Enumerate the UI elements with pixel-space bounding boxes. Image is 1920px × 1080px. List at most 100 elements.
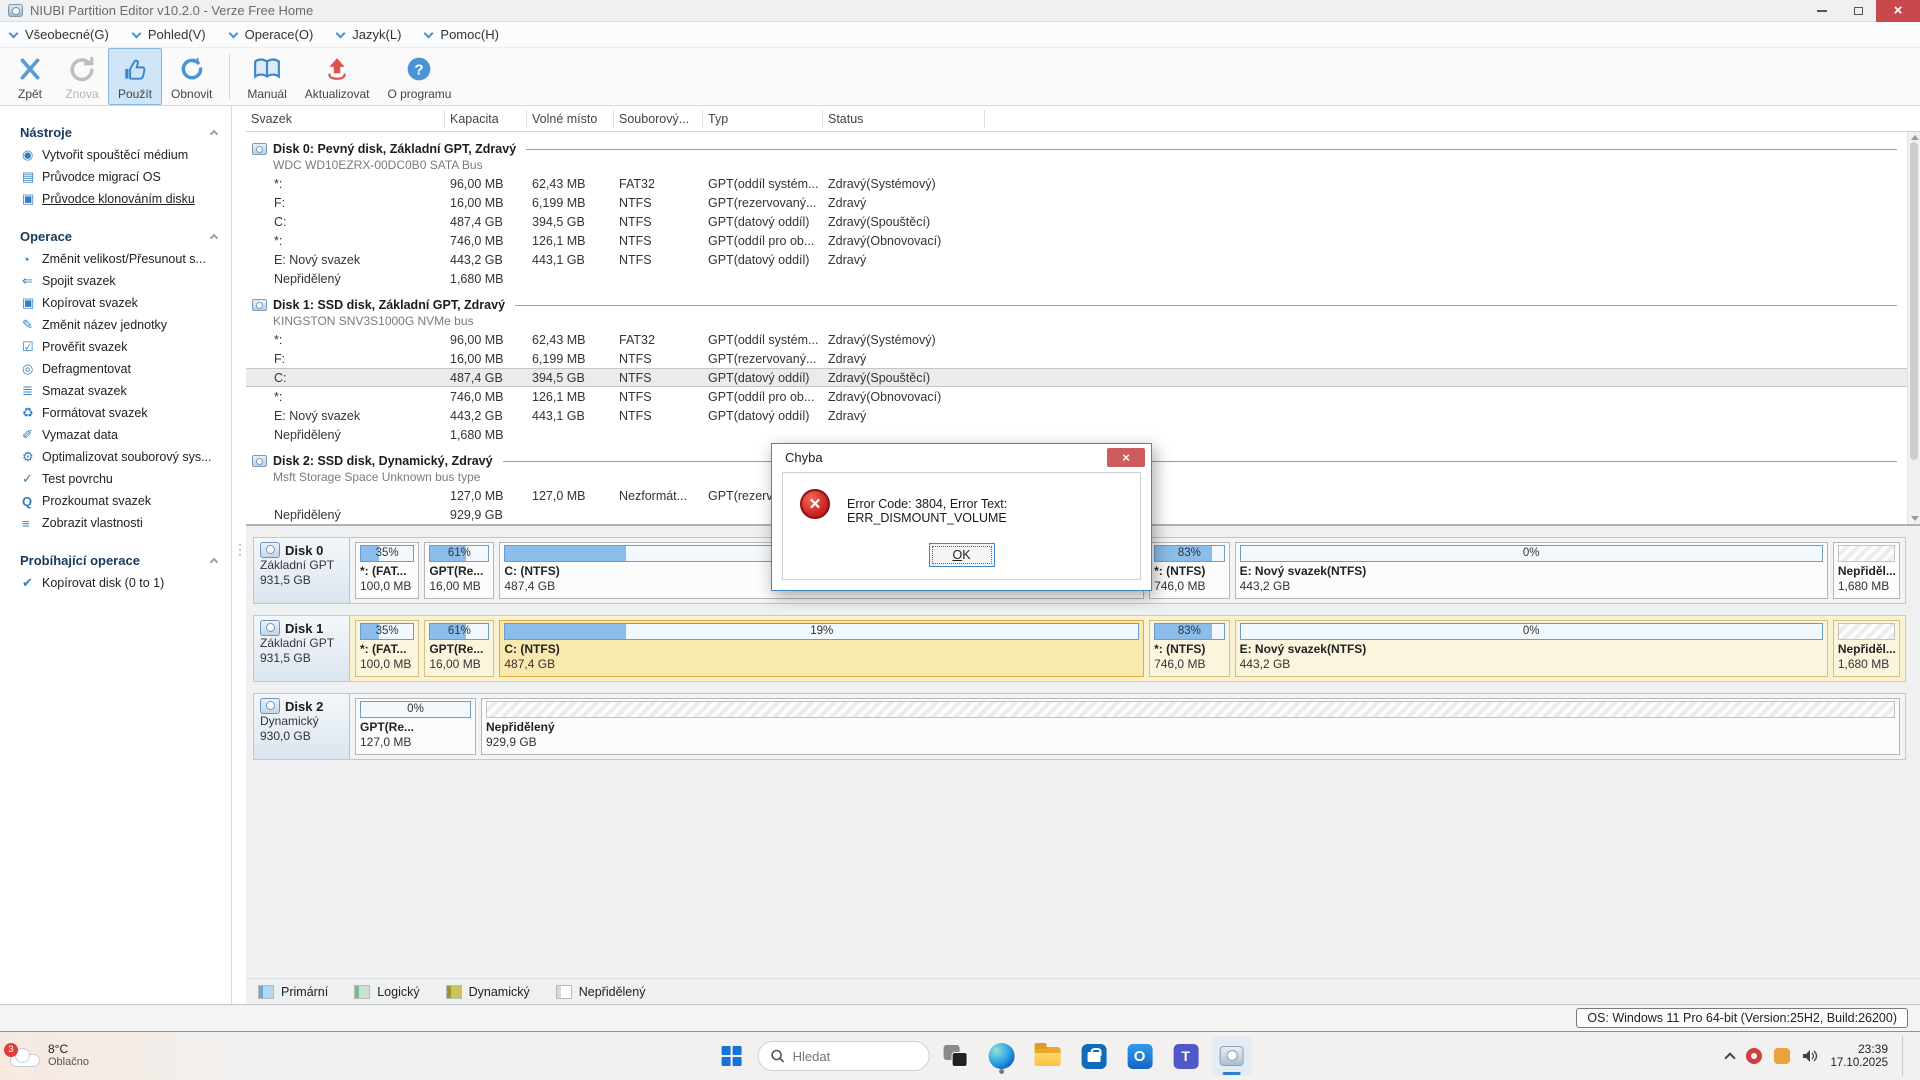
section-header-operace[interactable]: Operace [0, 224, 231, 248]
partition-block[interactable]: 83%*: (NTFS)746,0 MB [1149, 620, 1230, 677]
tray-chevron-icon[interactable] [1725, 1052, 1736, 1063]
disk-label[interactable]: Disk 0 Základní GPT 931,5 GB [254, 538, 350, 603]
update-button[interactable]: Aktualizovat [296, 48, 379, 105]
partition-block[interactable]: 0%GPT(Re...127,0 MB [355, 698, 476, 755]
sidebar-item-properties[interactable]: ≡Zobrazit vlastnosti [0, 512, 231, 534]
volume-row[interactable]: *:746,0 MB126,1 MBNTFSGPT(oddíl pro ob..… [246, 387, 1907, 406]
partition-block[interactable]: 0%E: Nový svazek(NTFS)443,2 GB [1235, 542, 1828, 599]
edge-button[interactable] [982, 1036, 1022, 1076]
sidebar-item-copy-volume[interactable]: ▣Kopírovat svazek [0, 292, 231, 314]
sidebar-splitter[interactable]: ⋮ [232, 106, 246, 1004]
unallocated-block[interactable]: Nepřiděl...1,680 MB [1833, 542, 1900, 599]
disk-group-header[interactable]: Disk 1: SSD disk, Základní GPT, Zdravý [246, 296, 1907, 314]
section-header-probihajici-operace[interactable]: Probíhající operace [0, 548, 231, 572]
partition-block[interactable]: 61%GPT(Re...16,00 MB [424, 620, 494, 677]
sidebar-item-os-migration[interactable]: ▤Průvodce migrací OS [0, 166, 231, 188]
sidebar-item-change-label[interactable]: ✎Změnit název jednotky [0, 314, 231, 336]
splitter-handle[interactable]: ⋮ [233, 541, 247, 558]
sidebar-item-defragment[interactable]: ◎Defragmentovat [0, 358, 231, 380]
disk-label[interactable]: Disk 1 Základní GPT 931,5 GB [254, 616, 350, 681]
ok-button[interactable]: OK [929, 543, 995, 567]
sidebar-item-surface-test[interactable]: ✓Test povrchu [0, 468, 231, 490]
dialog-close-button[interactable]: × [1107, 448, 1145, 467]
volume-row[interactable]: E: Nový svazek443,2 GB443,1 GBNTFSGPT(da… [246, 406, 1907, 425]
vertical-scrollbar[interactable] [1907, 132, 1920, 524]
store-button[interactable] [1074, 1036, 1114, 1076]
volume-row[interactable]: *:96,00 MB62,43 MBFAT32GPT(oddíl systém.… [246, 330, 1907, 349]
sidebar-item-explore-volume[interactable]: QProzkoumat svazek [0, 490, 231, 512]
scroll-down-arrow[interactable] [1911, 516, 1919, 521]
niubi-app-button[interactable] [1212, 1036, 1252, 1076]
teams-button[interactable]: T [1166, 1036, 1206, 1076]
search-input[interactable] [793, 1049, 903, 1064]
column-kapacita[interactable]: Kapacita [445, 110, 527, 128]
column-souborovy[interactable]: Souborový... [614, 110, 703, 128]
column-status[interactable]: Status [823, 110, 985, 128]
section-header-nastroje[interactable]: Nástroje [0, 120, 231, 144]
taskbar-search[interactable] [758, 1041, 930, 1071]
volume-row[interactable]: C:487,4 GB394,5 GBNTFSGPT(datový oddíl)Z… [246, 212, 1907, 231]
maximize-button[interactable] [1840, 0, 1876, 22]
clock[interactable]: 23:39 17.10.2025 [1830, 1042, 1888, 1070]
unallocated-block[interactable]: Nepřiděl...1,680 MB [1833, 620, 1900, 677]
refresh-button[interactable]: Obnovit [162, 48, 221, 105]
sidebar-item-optimize-fs[interactable]: ⚙Optimalizovat souborový sys... [0, 446, 231, 468]
start-button[interactable] [712, 1036, 752, 1076]
close-button[interactable]: × [1876, 0, 1920, 22]
volume-icon[interactable] [1802, 1049, 1818, 1063]
disk-group-header[interactable]: Disk 0: Pevný disk, Základní GPT, Zdravý [246, 140, 1907, 158]
outlook-button[interactable]: O [1120, 1036, 1160, 1076]
tray-red-icon[interactable] [1746, 1048, 1762, 1064]
file-explorer-button[interactable] [1028, 1036, 1068, 1076]
disk-label[interactable]: Disk 2 Dynamický 930,0 GB [254, 694, 350, 759]
sidebar-item-merge-volume[interactable]: ⇐Spojit svazek [0, 270, 231, 292]
scroll-up-arrow[interactable] [1911, 135, 1919, 140]
sidebar-item-format-volume[interactable]: ♻Formátovat svazek [0, 402, 231, 424]
usage-bar: 0% [1240, 545, 1823, 562]
sidebar-item-resize-move[interactable]: ◔Změnit velikost/Přesunout s... [0, 248, 231, 270]
about-button[interactable]: ? O programu [378, 48, 460, 105]
column-volne-misto[interactable]: Volné místo [527, 110, 614, 128]
volume-row[interactable]: Nepřidělený1,680 MB [246, 269, 1907, 288]
menu-pohled[interactable]: Pohled(V) [133, 27, 206, 42]
partition-block[interactable]: 0%E: Nový svazek(NTFS)443,2 GB [1235, 620, 1828, 677]
unallocated-block[interactable]: Nepřidělený929,9 GB [481, 698, 1900, 755]
volume-row[interactable]: F:16,00 MB6,199 MBNTFSGPT(rezervovaný...… [246, 349, 1907, 368]
undo-button[interactable]: Zpět [4, 48, 56, 105]
partition-block[interactable]: 35%*: (FAT...100,0 MB [355, 620, 419, 677]
minimize-button[interactable] [1804, 0, 1840, 22]
weather-widget[interactable]: 3 8°C Oblačno [0, 1043, 230, 1069]
volume-row[interactable]: *:746,0 MB126,1 MBNTFSGPT(oddíl pro ob..… [246, 231, 1907, 250]
volume-row[interactable]: *:96,00 MB62,43 MBFAT32GPT(oddíl systém.… [246, 174, 1907, 193]
sidebar-item-clone-disk[interactable]: ▣Průvodce klonováním disku [0, 188, 231, 210]
show-desktop-button[interactable] [1902, 1036, 1906, 1076]
partition-block[interactable]: 61%GPT(Re...16,00 MB [424, 542, 494, 599]
manual-button[interactable]: Manuál [238, 48, 295, 105]
sidebar-item-check-volume[interactable]: ☑Prověřit svazek [0, 336, 231, 358]
partition-block[interactable]: 35%*: (FAT...100,0 MB [355, 542, 419, 599]
volume-row[interactable]: E: Nový svazek443,2 GB443,1 GBNTFSGPT(da… [246, 250, 1907, 269]
apply-button[interactable]: Použít [108, 48, 162, 105]
legend-logical: Logický [354, 985, 419, 999]
redo-button[interactable]: Znova [56, 48, 108, 105]
sidebar-item-delete-volume[interactable]: ≣Smazat svazek [0, 380, 231, 402]
menu-pomoc[interactable]: Pomoc(H) [425, 27, 499, 42]
gear-icon: ⚙ [22, 449, 42, 465]
volume-row[interactable]: Nepřidělený1,680 MB [246, 425, 1907, 444]
pending-operation-item[interactable]: ✔Kopírovat disk (0 to 1) [0, 572, 231, 594]
sidebar-item-wipe-data[interactable]: ✐Vymazat data [0, 424, 231, 446]
partition-block-selected[interactable]: 19%C: (NTFS)487,4 GB [499, 620, 1144, 677]
sidebar-item-boot-media[interactable]: ◉Vytvořit spouštěcí médium [0, 144, 231, 166]
column-svazek[interactable]: Svazek [246, 110, 445, 128]
partition-block[interactable]: 83%*: (NTFS)746,0 MB [1149, 542, 1230, 599]
task-view-button[interactable] [936, 1036, 976, 1076]
tray-amber-icon[interactable] [1774, 1048, 1790, 1064]
volume-row-selected[interactable]: C:487,4 GB394,5 GBNTFSGPT(datový oddíl)Z… [246, 368, 1907, 387]
scrollbar-thumb[interactable] [1910, 142, 1918, 460]
column-typ[interactable]: Typ [703, 110, 823, 128]
volume-row[interactable]: F:16,00 MB6,199 MBNTFSGPT(rezervovaný...… [246, 193, 1907, 212]
menu-vseobecne[interactable]: Všeobecné(G) [10, 27, 109, 42]
menu-operace[interactable]: Operace(O) [230, 27, 314, 42]
os-info: OS: Windows 11 Pro 64-bit (Version:25H2,… [1576, 1008, 1908, 1028]
menu-jazyk[interactable]: Jazyk(L) [337, 27, 401, 42]
